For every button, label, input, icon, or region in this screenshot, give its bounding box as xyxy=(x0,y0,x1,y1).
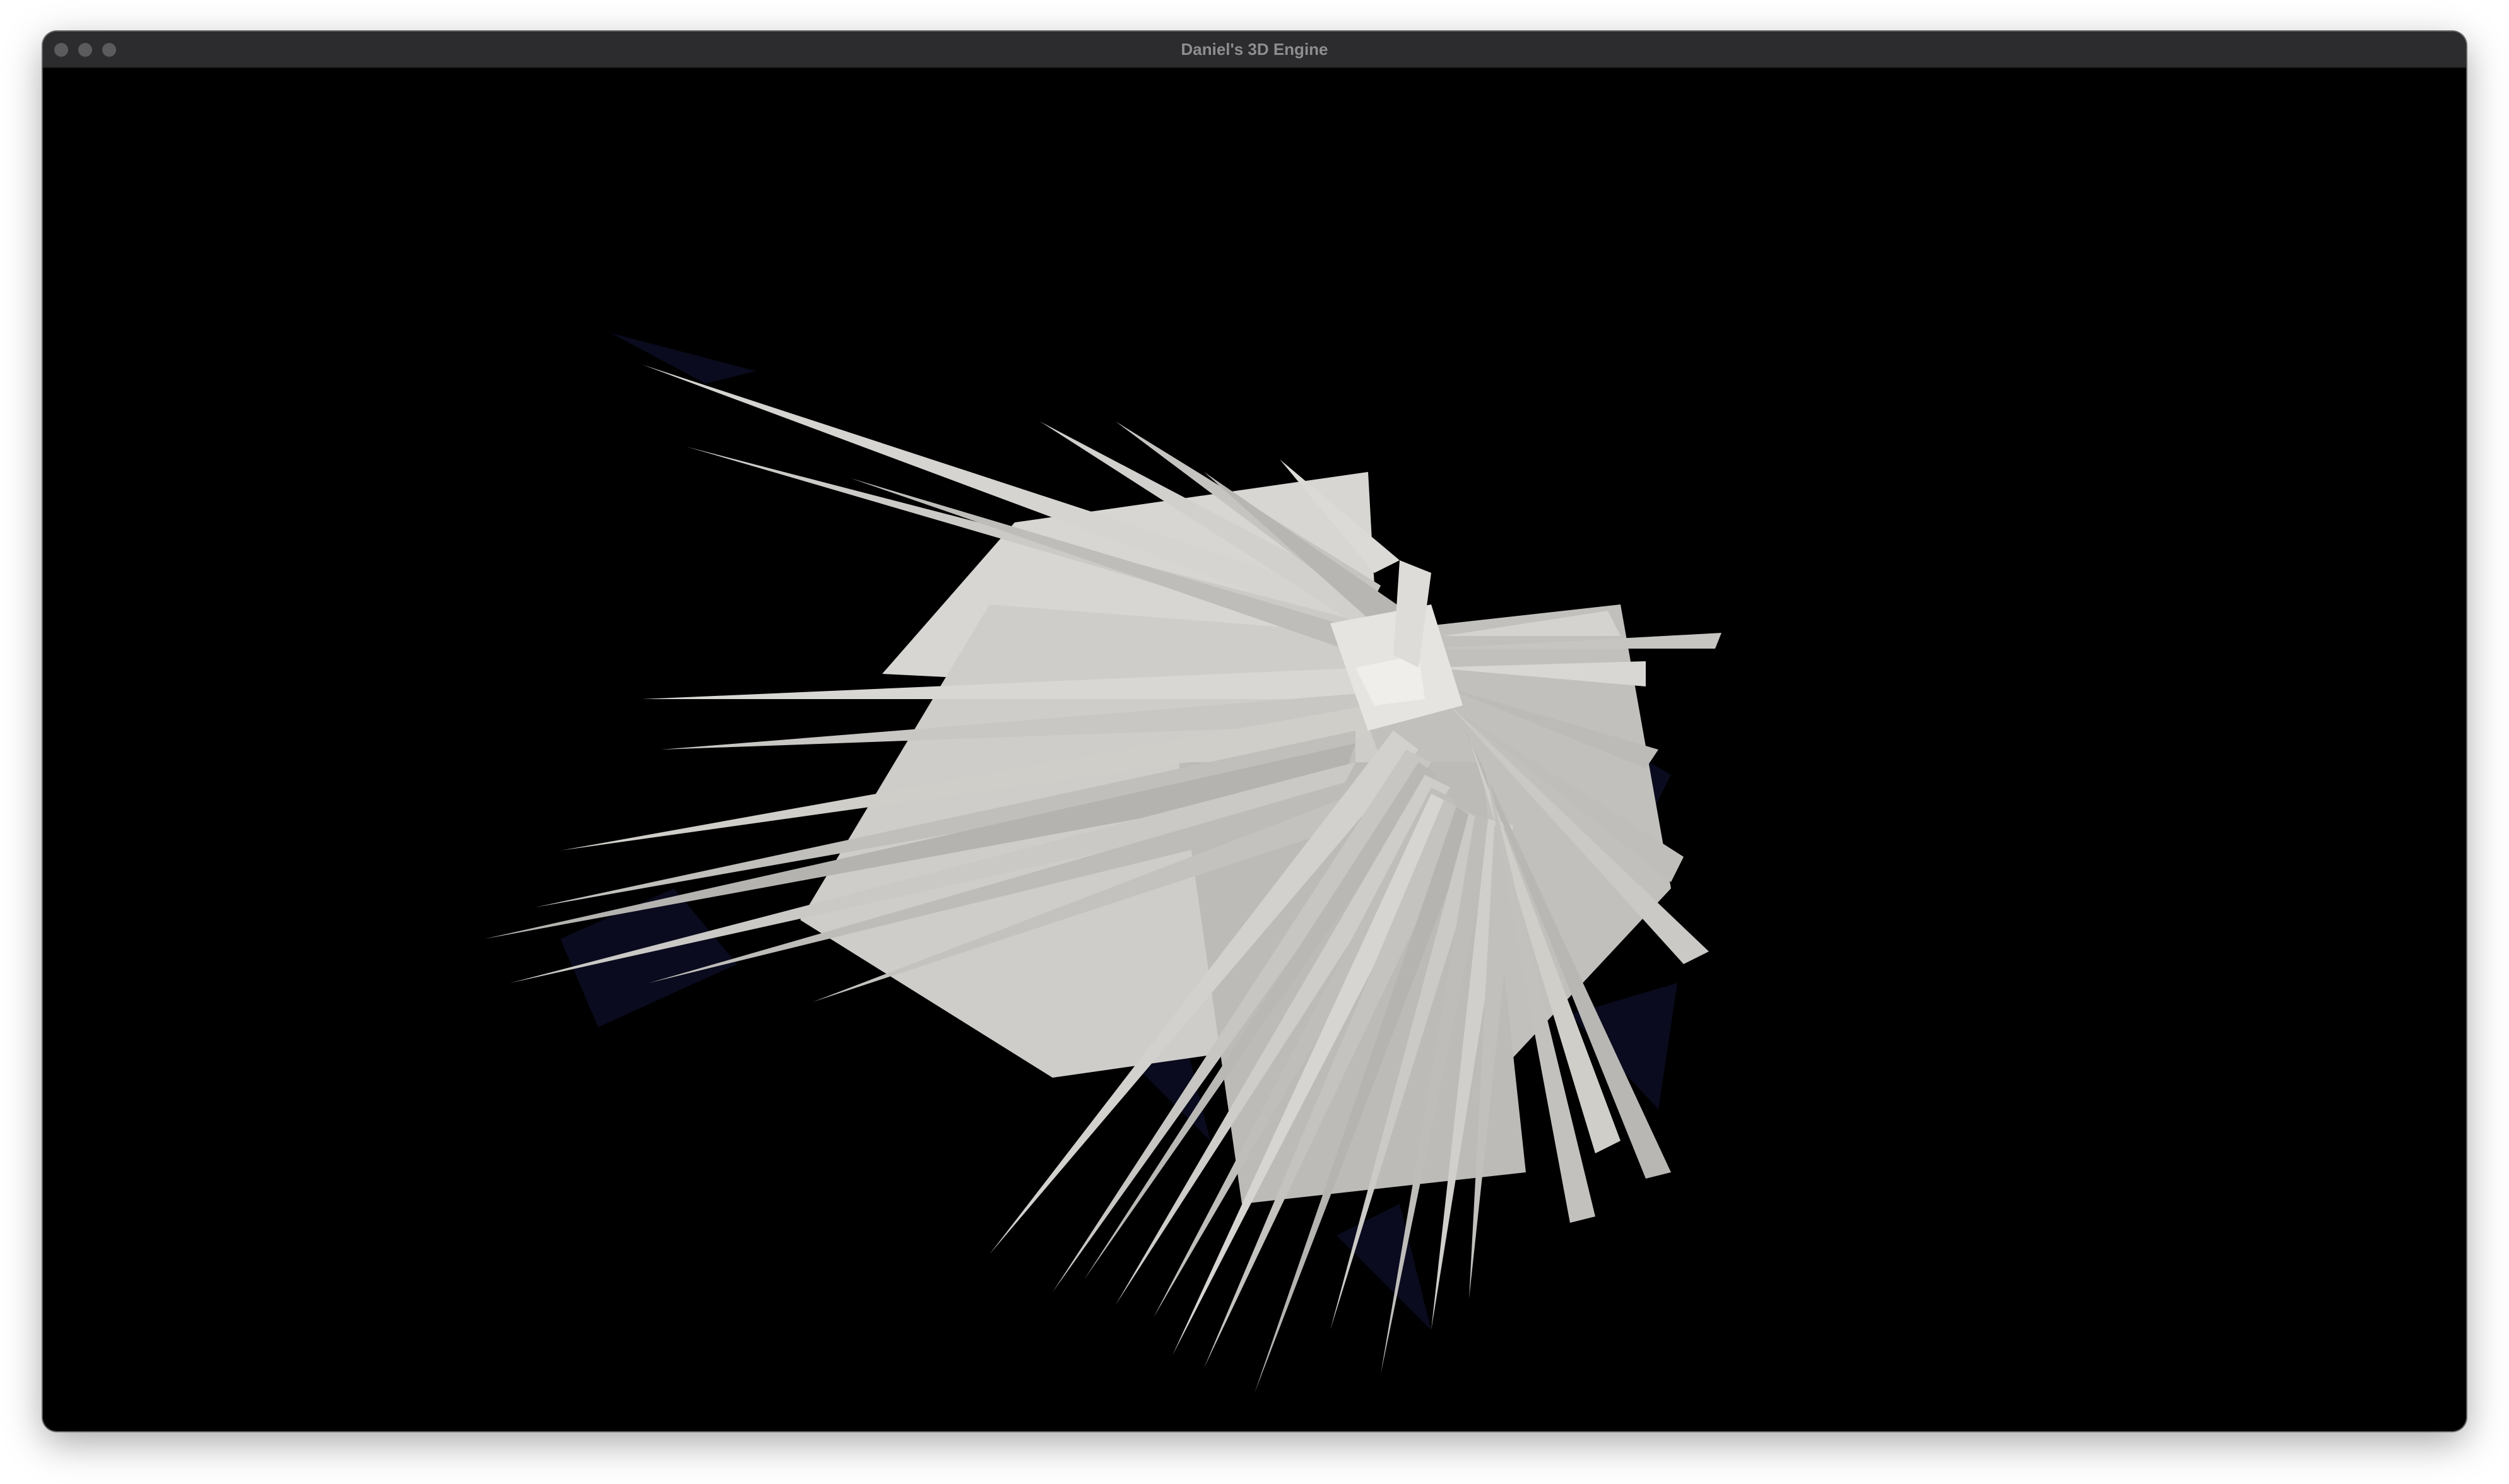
title-bar[interactable]: Daniel's 3D Engine xyxy=(43,32,2466,68)
window-title: Daniel's 3D Engine xyxy=(1181,40,1328,59)
render-viewport[interactable] xyxy=(43,68,2466,1431)
rendered-mesh xyxy=(485,333,1721,1393)
app-window: Daniel's 3D Engine xyxy=(43,32,2466,1431)
